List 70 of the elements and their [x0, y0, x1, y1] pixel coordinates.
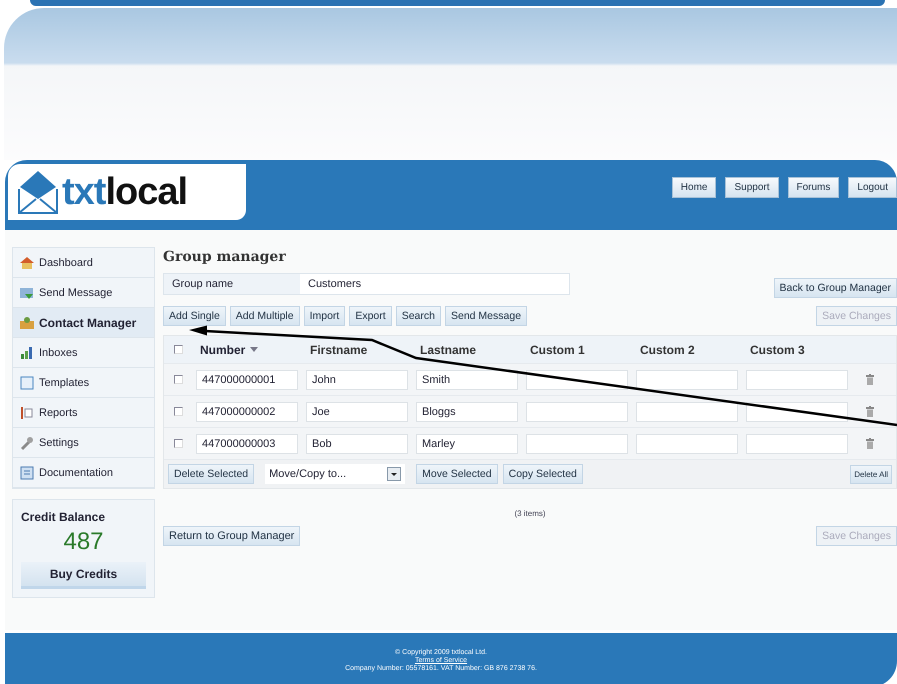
buy-credits-button[interactable]: Buy Credits: [21, 562, 146, 589]
bin-icon[interactable]: [866, 374, 874, 385]
checkbox[interactable]: [174, 375, 182, 384]
dropdown-icon: [387, 467, 402, 481]
table-input[interactable]: 447000000002: [196, 402, 298, 422]
toolbar-button[interactable]: Send Message: [444, 306, 528, 326]
checkbox[interactable]: [174, 407, 182, 416]
move-copy-dropdown[interactable]: Move/Copy to...: [265, 464, 406, 484]
table-input[interactable]: Marley: [416, 434, 518, 454]
credit-amount: 487: [62, 528, 105, 556]
table-input[interactable]: [636, 370, 738, 390]
item-count: (3 items): [513, 509, 547, 518]
checkbox[interactable]: [174, 439, 182, 448]
table-input[interactable]: [746, 434, 848, 454]
table-input[interactable]: John: [306, 370, 408, 390]
group-name-label: Group name: [164, 274, 300, 294]
copy-selected-button[interactable]: Copy Selected: [502, 464, 583, 484]
page-icon: [19, 374, 35, 390]
sidebar-item[interactable]: Templates: [13, 368, 154, 398]
table-input[interactable]: [746, 370, 848, 390]
bin-icon[interactable]: [866, 406, 874, 417]
table-input[interactable]: Bloggs: [416, 402, 518, 422]
table-input[interactable]: Joe: [306, 402, 408, 422]
nav-button[interactable]: Support: [725, 177, 778, 198]
nav-button[interactable]: Logout: [848, 177, 897, 198]
column-header[interactable]: Custom 1: [530, 342, 585, 356]
table-input[interactable]: Bob: [306, 434, 408, 454]
house-icon: [19, 254, 35, 270]
sidebar-item[interactable]: Documentation: [13, 458, 154, 488]
delete-selected-button[interactable]: Delete Selected: [168, 464, 254, 484]
table-input[interactable]: [526, 402, 628, 422]
book-icon: [19, 464, 35, 480]
group-name-field[interactable]: Customers: [300, 274, 370, 294]
return-button[interactable]: Return to Group Manager: [163, 526, 300, 546]
table-input[interactable]: 447000000003: [196, 434, 298, 454]
delete-all-button[interactable]: Delete All: [850, 464, 892, 484]
toolbar-button[interactable]: Add Single: [163, 306, 226, 326]
checkbox[interactable]: [174, 345, 182, 354]
sidebar-item[interactable]: Settings: [13, 428, 154, 458]
chart-icon: [19, 344, 35, 360]
column-header[interactable]: Custom 3: [750, 342, 805, 356]
wrench-icon: [19, 434, 35, 450]
sidebar-item[interactable]: Dashboard: [13, 248, 154, 278]
back-button[interactable]: Back to Group Manager: [774, 278, 897, 298]
report-icon: [19, 404, 35, 420]
toolbar-button[interactable]: Add Multiple: [230, 306, 300, 326]
table-input[interactable]: Smith: [416, 370, 518, 390]
sidebar-item[interactable]: Reports: [13, 398, 154, 428]
nav-button[interactable]: Forums: [788, 177, 840, 198]
column-header[interactable]: Lastname: [420, 342, 476, 356]
toolbar-button[interactable]: Import: [304, 306, 346, 326]
sort-caret-icon: [250, 347, 258, 352]
column-header[interactable]: Custom 2: [640, 342, 695, 356]
toolbar-button[interactable]: Export: [349, 306, 392, 326]
bin-icon[interactable]: [866, 438, 874, 449]
sidebar-item[interactable]: Inboxes: [13, 338, 154, 368]
logo-text: txtlocal: [62, 173, 188, 211]
table-input[interactable]: [636, 434, 738, 454]
move-selected-button[interactable]: Move Selected: [416, 464, 498, 484]
table-input[interactable]: [636, 402, 738, 422]
credit-title: Credit Balance: [21, 510, 106, 524]
toolbar-button[interactable]: Search: [396, 306, 441, 326]
column-header[interactable]: Firstname: [310, 342, 368, 356]
nav-button[interactable]: Home: [672, 177, 716, 198]
envelope-icon: [16, 169, 60, 215]
sidebar-item[interactable]: Contact Manager: [13, 308, 154, 338]
column-header[interactable]: Number: [200, 342, 258, 356]
table-input[interactable]: [526, 434, 628, 454]
table-input[interactable]: 447000000001: [196, 370, 298, 390]
page-title: Group manager: [163, 249, 287, 267]
